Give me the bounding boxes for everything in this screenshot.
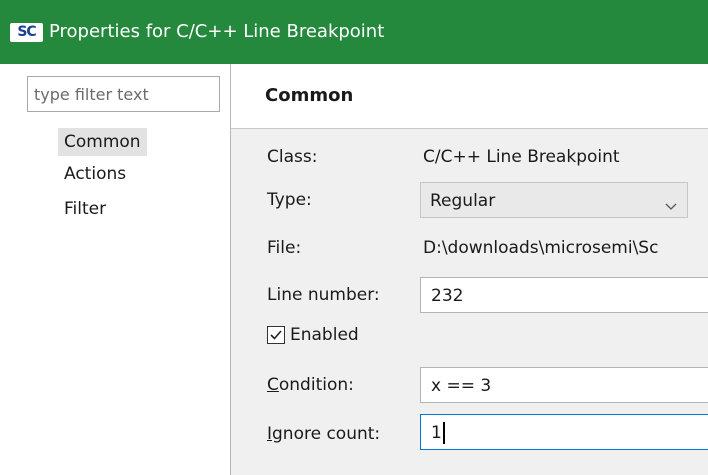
line-number-label: Line number: — [267, 285, 380, 305]
text-caret — [443, 422, 445, 444]
section-title: Common — [265, 85, 354, 106]
property-pages-pane: Common Actions Filter — [0, 64, 230, 475]
nav-item-actions[interactable]: Actions — [58, 160, 132, 188]
ignore-count-value: 1 — [431, 423, 442, 443]
class-label: Class: — [267, 147, 318, 167]
condition-input[interactable]: x == 3 — [420, 367, 708, 403]
enabled-checkbox[interactable] — [267, 326, 285, 344]
checkmark-icon — [270, 330, 282, 340]
properties-content: Common Class: C/C++ Line Breakpoint Type… — [231, 64, 708, 475]
ignore-count-label: Ignore count: — [267, 422, 380, 446]
type-dropdown[interactable]: Regular — [420, 182, 688, 218]
type-dropdown-value: Regular — [430, 191, 496, 211]
chevron-down-icon — [665, 196, 677, 210]
window-title: Properties for C/C++ Line Breakpoint — [49, 21, 385, 42]
condition-label-mnemonic: C — [267, 375, 279, 395]
class-value: C/C++ Line Breakpoint — [423, 147, 620, 167]
file-label: File: — [267, 238, 302, 258]
line-number-value: 232 — [431, 286, 464, 306]
enabled-label: Enabled — [290, 325, 359, 345]
condition-value: x == 3 — [431, 376, 492, 396]
type-label: Type: — [267, 190, 312, 210]
nav-item-common[interactable]: Common — [58, 128, 147, 156]
nav-item-filter[interactable]: Filter — [58, 195, 112, 223]
filter-input[interactable] — [27, 76, 220, 112]
title-bar: SC Properties for C/C++ Line Breakpoint — [0, 0, 708, 64]
line-number-input[interactable]: 232 — [420, 277, 708, 313]
app-logo-icon: SC — [10, 23, 43, 42]
condition-label: Condition: — [267, 373, 354, 397]
section-header: Common — [231, 64, 708, 129]
file-path-value: D:\downloads\microsemi\Sc — [423, 238, 659, 258]
ignore-count-input[interactable]: 1 — [420, 414, 708, 450]
ignore-count-label-rest: gnore count: — [272, 424, 381, 444]
condition-label-rest: ondition: — [278, 375, 354, 395]
